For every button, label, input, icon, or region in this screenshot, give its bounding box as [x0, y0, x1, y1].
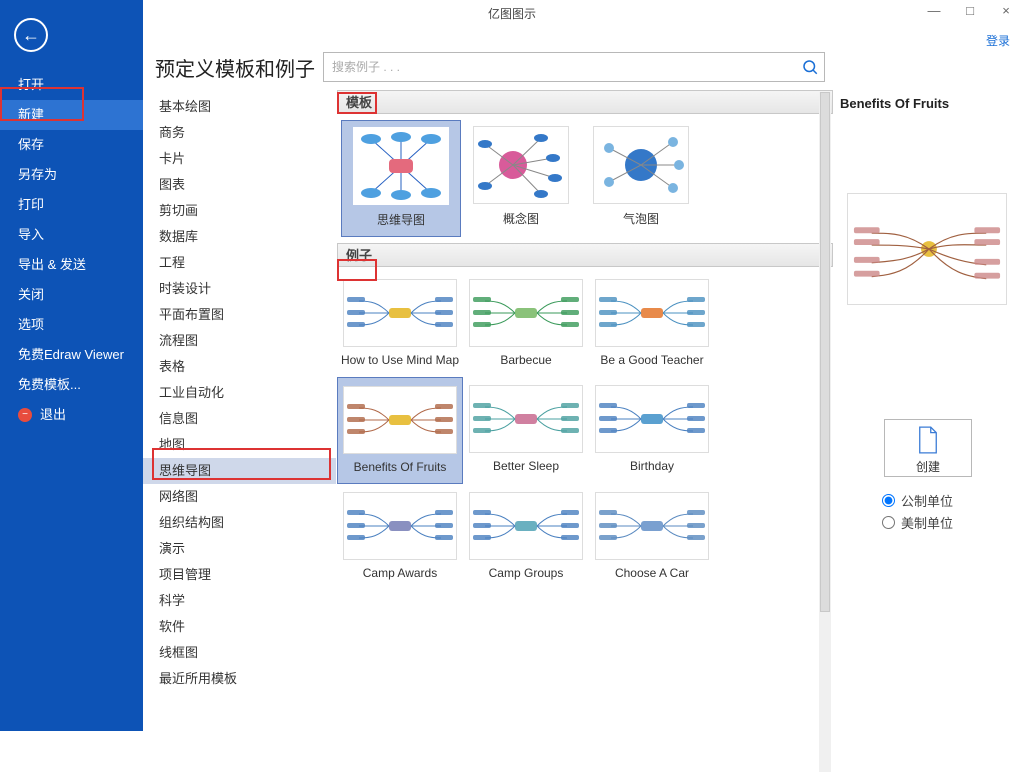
unit-imperial-option[interactable]: 美制单位	[882, 511, 1018, 533]
template-item[interactable]: 思维导图	[341, 120, 461, 237]
create-button[interactable]: 创建	[884, 419, 972, 477]
nav-label: 免费Edraw Viewer	[18, 347, 124, 362]
template-row: 思维导图 概念图 气泡图	[337, 114, 833, 243]
window-controls: — □ ×	[916, 0, 1024, 24]
maximize-button[interactable]: □	[952, 0, 988, 24]
app-title: 亿图图示	[488, 7, 536, 21]
nav-item[interactable]: 导入	[0, 220, 143, 250]
example-thumbnail	[469, 385, 583, 453]
page-header: 预定义模板和例子	[155, 52, 825, 82]
example-thumbnail	[469, 492, 583, 560]
nav-item[interactable]: 打开	[0, 70, 143, 100]
scrollbar-thumb[interactable]	[820, 92, 830, 612]
unit-metric-option[interactable]: 公制单位	[882, 489, 1018, 511]
example-item[interactable]: Better Sleep	[463, 377, 589, 485]
nav-item[interactable]: 选项	[0, 310, 143, 340]
nav-label: 选项	[18, 317, 44, 332]
nav-item[interactable]: −退出	[0, 400, 143, 430]
exit-icon: −	[18, 408, 32, 422]
example-grid: How to Use Mind Map Barbecue Be a Good T…	[337, 267, 833, 594]
example-item[interactable]: Benefits Of Fruits	[337, 377, 463, 485]
nav-item[interactable]: 免费Edraw Viewer	[0, 340, 143, 370]
nav-label: 导入	[18, 227, 44, 242]
example-label: Benefits Of Fruits	[341, 460, 459, 476]
nav-label: 退出	[40, 400, 66, 430]
template-item[interactable]: 气泡图	[581, 120, 701, 237]
nav-label: 打开	[18, 77, 44, 92]
create-label: 创建	[885, 458, 971, 475]
document-icon	[917, 426, 939, 454]
nav-item[interactable]: 免费模板...	[0, 370, 143, 400]
search-icon[interactable]	[801, 58, 819, 76]
example-label: Camp Groups	[466, 566, 586, 582]
preview-panel: Benefits Of Fruits	[838, 90, 1018, 727]
template-thumbnail	[353, 127, 449, 205]
content-scroll: 模板 思维导图 概念图 气泡图 例子 How to Use Mind Map	[337, 90, 833, 727]
section-templates-header: 模板	[337, 90, 833, 114]
template-label: 思维导图	[342, 211, 460, 228]
template-thumbnail	[473, 126, 569, 204]
preview-thumbnail	[847, 193, 1007, 305]
main-area: 预定义模板和例子 模板 思维导图 概念图 气泡图 例子	[143, 46, 1024, 731]
title-bar: 亿图图示 — □ ×	[0, 0, 1024, 28]
example-item[interactable]: Barbecue	[463, 271, 589, 377]
unit-metric-label: 公制单位	[901, 491, 953, 510]
template-label: 气泡图	[581, 210, 701, 227]
nav-label: 保存	[18, 137, 44, 152]
page-title: 预定义模板和例子	[155, 53, 315, 82]
preview-box	[838, 119, 1016, 379]
example-item[interactable]: How to Use Mind Map	[337, 271, 463, 377]
nav-label: 关闭	[18, 287, 44, 302]
example-label: How to Use Mind Map	[340, 353, 460, 369]
example-label: Camp Awards	[340, 566, 460, 582]
section-examples-header: 例子	[337, 243, 833, 267]
example-item[interactable]: Be a Good Teacher	[589, 271, 715, 377]
nav-label: 另存为	[18, 167, 57, 182]
example-thumbnail	[469, 279, 583, 347]
example-thumbnail	[343, 386, 457, 454]
example-label: Birthday	[592, 459, 712, 475]
nav-item[interactable]: 打印	[0, 190, 143, 220]
example-thumbnail	[595, 385, 709, 453]
close-button[interactable]: ×	[988, 0, 1024, 24]
unit-metric-radio[interactable]	[882, 494, 895, 507]
example-thumbnail	[343, 279, 457, 347]
example-item[interactable]: Camp Groups	[463, 484, 589, 590]
unit-imperial-radio[interactable]	[882, 516, 895, 529]
template-thumbnail	[593, 126, 689, 204]
sidebar-nav: ← 打开新建保存另存为打印导入导出 & 发送关闭选项免费Edraw Viewer…	[0, 0, 143, 731]
example-item[interactable]: Choose A Car	[589, 484, 715, 590]
search-input[interactable]	[323, 52, 825, 82]
example-thumbnail	[343, 492, 457, 560]
example-item[interactable]: Camp Awards	[337, 484, 463, 590]
preview-title: Benefits Of Fruits	[840, 96, 1018, 111]
minimize-button[interactable]: —	[916, 0, 952, 24]
nav-item[interactable]: 关闭	[0, 280, 143, 310]
example-thumbnail	[595, 279, 709, 347]
template-label: 概念图	[461, 210, 581, 227]
nav-item[interactable]: 导出 & 发送	[0, 250, 143, 280]
nav-item[interactable]: 新建	[0, 100, 143, 130]
nav-label: 新建	[18, 107, 44, 122]
nav-item[interactable]: 另存为	[0, 160, 143, 190]
example-label: Be a Good Teacher	[592, 353, 712, 369]
example-label: Barbecue	[466, 353, 586, 369]
example-label: Choose A Car	[592, 566, 712, 582]
nav-item[interactable]: 保存	[0, 130, 143, 160]
example-label: Better Sleep	[466, 459, 586, 475]
nav-label: 打印	[18, 197, 44, 212]
arrow-left-icon: ←	[22, 25, 40, 46]
nav-label: 免费模板...	[18, 377, 81, 392]
back-button[interactable]: ←	[14, 18, 48, 52]
unit-radio-group: 公制单位 美制单位	[882, 489, 1018, 533]
scrollbar[interactable]	[819, 92, 831, 772]
unit-imperial-label: 美制单位	[901, 513, 953, 532]
example-item[interactable]: Birthday	[589, 377, 715, 485]
nav-label: 导出 & 发送	[18, 257, 86, 272]
search-wrap	[323, 52, 825, 82]
example-thumbnail	[595, 492, 709, 560]
template-item[interactable]: 概念图	[461, 120, 581, 237]
